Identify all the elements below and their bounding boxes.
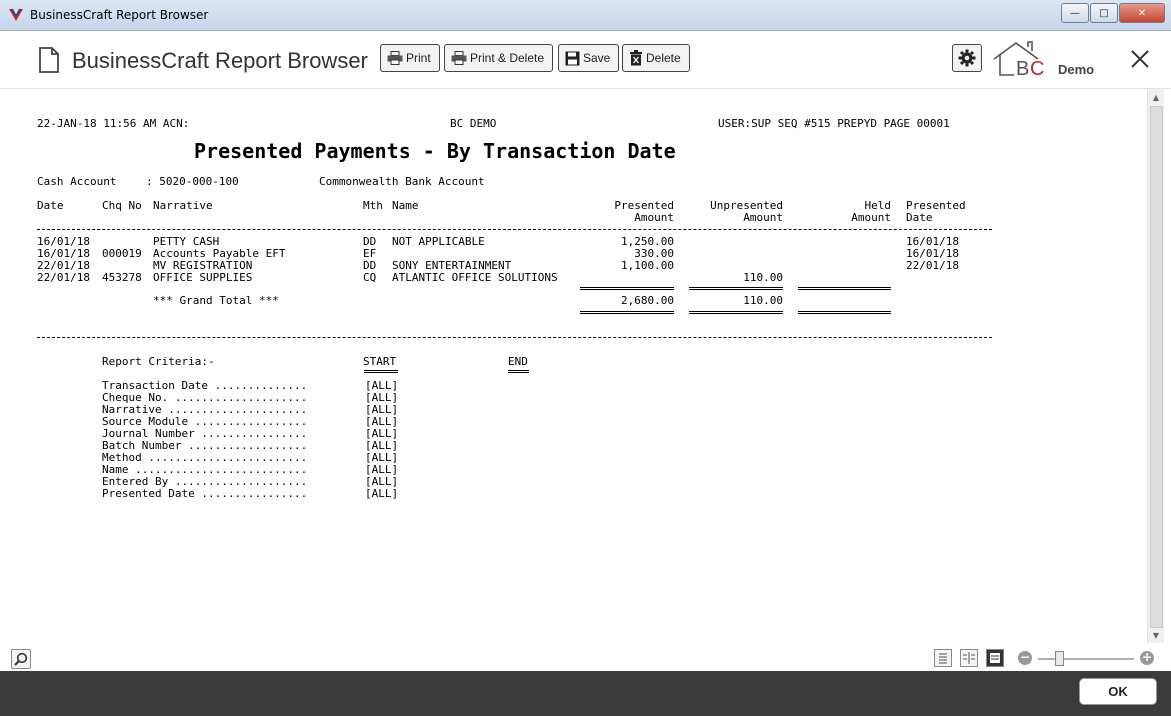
printer-icon bbox=[387, 51, 403, 65]
row-chq-no: 453278 bbox=[102, 271, 142, 284]
row-name: ATLANTIC OFFICE SOLUTIONS bbox=[392, 271, 558, 284]
zoom-slider-track[interactable] bbox=[1038, 658, 1134, 660]
floppy-disk-icon bbox=[565, 51, 580, 65]
minimize-button[interactable]: — bbox=[1061, 3, 1089, 23]
col-unpresented-2: Amount bbox=[743, 211, 783, 224]
col-mth: Mth bbox=[363, 199, 383, 212]
criteria-divider bbox=[37, 337, 992, 338]
vertical-scrollbar[interactable]: ▲ ▼ bbox=[1147, 89, 1164, 643]
report-title: Presented Payments - By Transaction Date bbox=[194, 139, 676, 163]
zoom-in-icon[interactable]: + bbox=[1140, 651, 1154, 665]
row-presented-amount: 1,100.00 bbox=[621, 259, 674, 272]
window-close-button[interactable]: ✕ bbox=[1119, 3, 1165, 23]
print-delete-label: Print & Delete bbox=[470, 51, 545, 65]
window-title: BusinessCraft Report Browser bbox=[30, 8, 209, 22]
scroll-down-icon[interactable]: ▼ bbox=[1148, 627, 1164, 643]
close-icon[interactable] bbox=[1130, 49, 1150, 69]
row-method: CQ bbox=[363, 271, 377, 284]
zoom-slider-thumb[interactable] bbox=[1055, 651, 1064, 666]
col-date: Date bbox=[37, 199, 64, 212]
svg-text:B: B bbox=[1016, 58, 1029, 79]
window-title-bar: BusinessCraft Report Browser — □ ✕ bbox=[0, 0, 1171, 31]
cash-account-value: : 5020-000-100 bbox=[146, 175, 239, 188]
app-icon bbox=[9, 8, 23, 21]
zoom-out-icon[interactable]: − bbox=[1018, 651, 1032, 665]
grand-total-label: *** Grand Total *** bbox=[153, 294, 279, 307]
magnifier-icon bbox=[14, 652, 28, 666]
criteria-heading: Report Criteria:- bbox=[102, 355, 215, 368]
page-width-view-button[interactable] bbox=[986, 649, 1004, 667]
print-label: Print bbox=[406, 51, 431, 65]
criteria-start-value: [ALL] bbox=[365, 487, 399, 500]
col-narrative: Narrative bbox=[153, 199, 213, 212]
start-underline bbox=[364, 370, 398, 373]
col-held-2: Amount bbox=[851, 211, 891, 224]
total-rule bbox=[689, 311, 783, 314]
total-rule bbox=[798, 311, 891, 314]
two-page-view-button[interactable] bbox=[960, 649, 978, 667]
single-page-view-button[interactable] bbox=[934, 649, 952, 667]
businesscraft-logo: B C bbox=[993, 41, 1044, 79]
gear-icon bbox=[958, 49, 976, 67]
cash-account-label: Cash Account bbox=[37, 175, 117, 188]
save-label: Save bbox=[583, 51, 611, 65]
report-header-center: BC DEMO bbox=[450, 117, 497, 130]
cash-account-name: Commonwealth Bank Account bbox=[319, 175, 485, 188]
col-chq-no: Chq No bbox=[102, 199, 142, 212]
row-unpresented-amount: 110.00 bbox=[743, 271, 783, 284]
ok-button[interactable]: OK bbox=[1079, 678, 1157, 705]
row-chq-no: 000019 bbox=[102, 247, 142, 260]
criteria-start-label: START bbox=[363, 355, 397, 368]
page-width-icon bbox=[990, 653, 1000, 663]
zoom-search-button[interactable] bbox=[11, 649, 31, 669]
dialog-footer: OK bbox=[0, 671, 1171, 716]
row-presented-date: 22/01/18 bbox=[906, 259, 959, 272]
criteria-end-label: END bbox=[508, 355, 528, 368]
report-header-left: 22-JAN-18 11:56 AM ACN: bbox=[37, 117, 190, 130]
print-delete-button[interactable]: Print & Delete bbox=[444, 44, 554, 72]
row-narrative: OFFICE SUPPLIES bbox=[153, 271, 253, 284]
svg-text:C: C bbox=[1030, 58, 1044, 79]
two-page-icon bbox=[963, 652, 975, 664]
trash-icon bbox=[630, 50, 642, 66]
total-rule bbox=[580, 287, 674, 290]
app-title: BusinessCraft Report Browser bbox=[72, 48, 368, 73]
delete-label: Delete bbox=[646, 51, 681, 65]
document-icon bbox=[39, 47, 59, 73]
printer-icon bbox=[451, 51, 467, 65]
scroll-up-icon[interactable]: ▲ bbox=[1148, 89, 1164, 105]
single-page-icon bbox=[939, 653, 947, 664]
viewer-status-strip: − + bbox=[0, 643, 1171, 671]
report-viewer: 22-JAN-18 11:56 AM ACN: BC DEMO USER:SUP… bbox=[8, 89, 1147, 643]
criteria-label: Presented Date ................ bbox=[102, 487, 308, 500]
save-button[interactable]: Save bbox=[558, 44, 620, 72]
maximize-button[interactable]: □ bbox=[1090, 3, 1118, 23]
col-presented-2: Amount bbox=[634, 211, 674, 224]
row-name: NOT APPLICABLE bbox=[392, 235, 485, 248]
total-rule bbox=[798, 287, 891, 290]
print-button[interactable]: Print bbox=[380, 44, 440, 72]
col-presented-date-2: Date bbox=[906, 211, 933, 224]
delete-button[interactable]: Delete bbox=[622, 44, 690, 72]
demo-label: Demo bbox=[1058, 62, 1095, 77]
scroll-thumb[interactable] bbox=[1150, 106, 1163, 628]
grand-total-presented: 2,680.00 bbox=[621, 294, 674, 307]
row-date: 22/01/18 bbox=[37, 271, 90, 284]
col-name: Name bbox=[392, 199, 419, 212]
app-toolbar: BusinessCraft Report Browser Print Print… bbox=[0, 31, 1171, 89]
header-divider bbox=[37, 229, 992, 230]
total-rule bbox=[580, 311, 674, 314]
end-underline bbox=[508, 370, 529, 373]
report-header-right: USER:SUP SEQ #515 PREPYD PAGE 00001 bbox=[718, 117, 950, 130]
grand-total-unpresented: 110.00 bbox=[743, 294, 783, 307]
total-rule bbox=[689, 287, 783, 290]
settings-button[interactable] bbox=[952, 44, 982, 72]
